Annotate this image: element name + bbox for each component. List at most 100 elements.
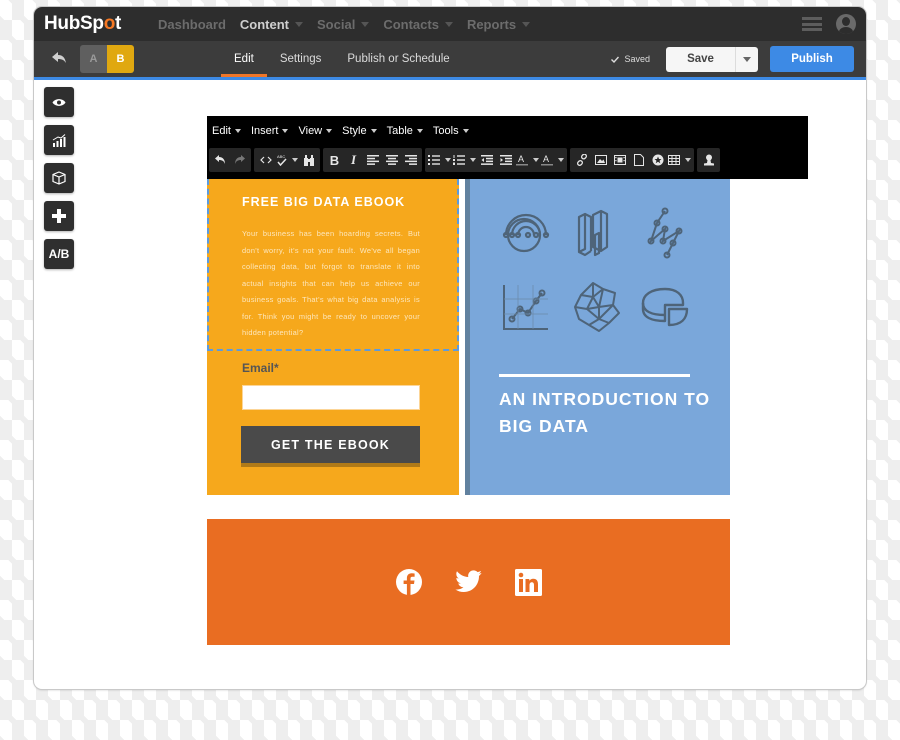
- twitter-link[interactable]: [454, 568, 483, 596]
- align-right-icon: [404, 155, 417, 165]
- nav-label: Content: [239, 16, 290, 32]
- indent-icon: [499, 155, 512, 165]
- background-color-icon: A: [541, 154, 553, 166]
- editor-menubar: Edit Insert View Style Table Tools: [207, 116, 808, 145]
- user-avatar-icon[interactable]: [836, 14, 856, 34]
- nav-label: Dashboard: [158, 16, 226, 32]
- text-color-button[interactable]: A: [515, 150, 540, 170]
- menu-view[interactable]: View: [298, 125, 333, 137]
- outdent-button[interactable]: [477, 150, 496, 170]
- tab-settings[interactable]: Settings: [267, 41, 335, 77]
- page-icon: [633, 154, 644, 166]
- image-icon: [594, 155, 607, 165]
- spellcheck-icon: ABC: [277, 154, 287, 166]
- publish-button[interactable]: Publish: [770, 46, 854, 72]
- menu-insert[interactable]: Insert: [251, 125, 289, 137]
- brand-name: HubSpot: [44, 13, 122, 34]
- tab-edit[interactable]: Edit: [221, 41, 267, 77]
- chevron-down-icon: [743, 56, 751, 62]
- chevron-down-icon: [462, 128, 469, 133]
- reply-arrow-icon: [52, 51, 66, 63]
- personalize-button[interactable]: [699, 150, 718, 170]
- preview-button[interactable]: [44, 87, 74, 117]
- video-button[interactable]: [610, 150, 629, 170]
- node-graph-icon: [647, 207, 683, 259]
- menu-label: Insert: [250, 124, 279, 137]
- outdent-icon: [480, 155, 493, 165]
- align-center-button[interactable]: [382, 150, 401, 170]
- hamburger-icon[interactable]: [802, 17, 822, 31]
- nav-dashboard[interactable]: Dashboard: [158, 17, 226, 32]
- chevron-down-icon: [416, 128, 423, 133]
- table-button[interactable]: [667, 150, 692, 170]
- get-ebook-button[interactable]: GET THE EBOOK: [241, 426, 420, 463]
- side-toolbar: A/B: [44, 87, 74, 269]
- link-button[interactable]: [572, 150, 591, 170]
- editor-toolbar: ABC B I A A: [207, 145, 808, 175]
- add-module-button[interactable]: [44, 201, 74, 231]
- italic-button[interactable]: I: [344, 150, 363, 170]
- hubspot-logo[interactable]: HubSpot: [44, 13, 144, 35]
- nav-contacts[interactable]: Contacts: [383, 17, 453, 32]
- modules-button[interactable]: [44, 163, 74, 193]
- tools-group: ABC: [254, 148, 320, 172]
- menu-tools[interactable]: Tools: [433, 125, 469, 137]
- nav-label: Social: [317, 16, 356, 32]
- undo-button[interactable]: [211, 150, 230, 170]
- top-navigation: HubSpot Dashboard Content Social Contact…: [34, 7, 866, 41]
- facebook-link[interactable]: [395, 568, 423, 596]
- nav-label: Contacts: [383, 16, 439, 32]
- variant-a-button[interactable]: A: [80, 45, 107, 73]
- find-replace-button[interactable]: [299, 150, 318, 170]
- menu-table[interactable]: Table: [387, 125, 423, 137]
- line-plot-icon: [503, 285, 548, 330]
- indent-button[interactable]: [496, 150, 515, 170]
- linkedin-icon: [515, 568, 542, 596]
- background-color-button[interactable]: A: [540, 150, 565, 170]
- email-field[interactable]: [242, 385, 420, 410]
- ebook-cover-image: AN INTRODUCTION TO BIG DATA: [465, 179, 730, 495]
- history-group: [209, 148, 251, 172]
- nav-content[interactable]: Content: [239, 16, 304, 32]
- numbered-list-button[interactable]: [452, 150, 477, 170]
- align-right-button[interactable]: [401, 150, 420, 170]
- cube-icon: [52, 171, 66, 185]
- nav-social[interactable]: Social: [317, 16, 370, 32]
- linkedin-link[interactable]: [515, 568, 543, 596]
- ebook-form-module: FREE BIG DATA EBOOK Your business has be…: [207, 179, 459, 495]
- menu-edit[interactable]: Edit: [212, 125, 241, 137]
- source-code-button[interactable]: [256, 150, 275, 170]
- bold-button[interactable]: B: [325, 150, 344, 170]
- chevron-down-icon: [295, 21, 304, 27]
- tab-publish-or-schedule[interactable]: Publish or Schedule: [334, 41, 462, 77]
- cover-title: AN INTRODUCTION TO BIG DATA: [499, 389, 711, 436]
- twitter-icon: [454, 570, 482, 593]
- redo-button[interactable]: [230, 150, 249, 170]
- checkmark-icon: [611, 56, 620, 63]
- image-button[interactable]: [591, 150, 610, 170]
- cover-divider: [499, 374, 690, 377]
- menu-style[interactable]: Style: [342, 125, 377, 137]
- numbered-list-icon: [453, 155, 465, 165]
- email-label: Email*: [242, 361, 279, 375]
- align-left-icon: [366, 155, 379, 165]
- ab-test-button[interactable]: A/B: [44, 239, 74, 269]
- chevron-down-icon: [470, 158, 476, 162]
- analytics-button[interactable]: [44, 125, 74, 155]
- back-button[interactable]: [52, 51, 72, 68]
- bullet-list-button[interactable]: [427, 150, 452, 170]
- align-left-button[interactable]: [363, 150, 382, 170]
- ebook-description: Your business has been hoarding secrets.…: [242, 229, 420, 337]
- chevron-down-icon: [533, 158, 539, 162]
- page-button[interactable]: [629, 150, 648, 170]
- save-split-button: Save: [666, 46, 758, 72]
- facebook-icon: [395, 569, 422, 595]
- cta-button[interactable]: [648, 150, 667, 170]
- save-options-dropdown[interactable]: [736, 47, 758, 72]
- save-button[interactable]: Save: [666, 46, 736, 72]
- mesh-map-icon: [574, 282, 620, 332]
- nav-reports[interactable]: Reports: [466, 16, 531, 32]
- spellcheck-button[interactable]: ABC: [275, 150, 299, 170]
- nav-label: Reports: [466, 16, 517, 32]
- variant-b-button[interactable]: B: [107, 45, 134, 73]
